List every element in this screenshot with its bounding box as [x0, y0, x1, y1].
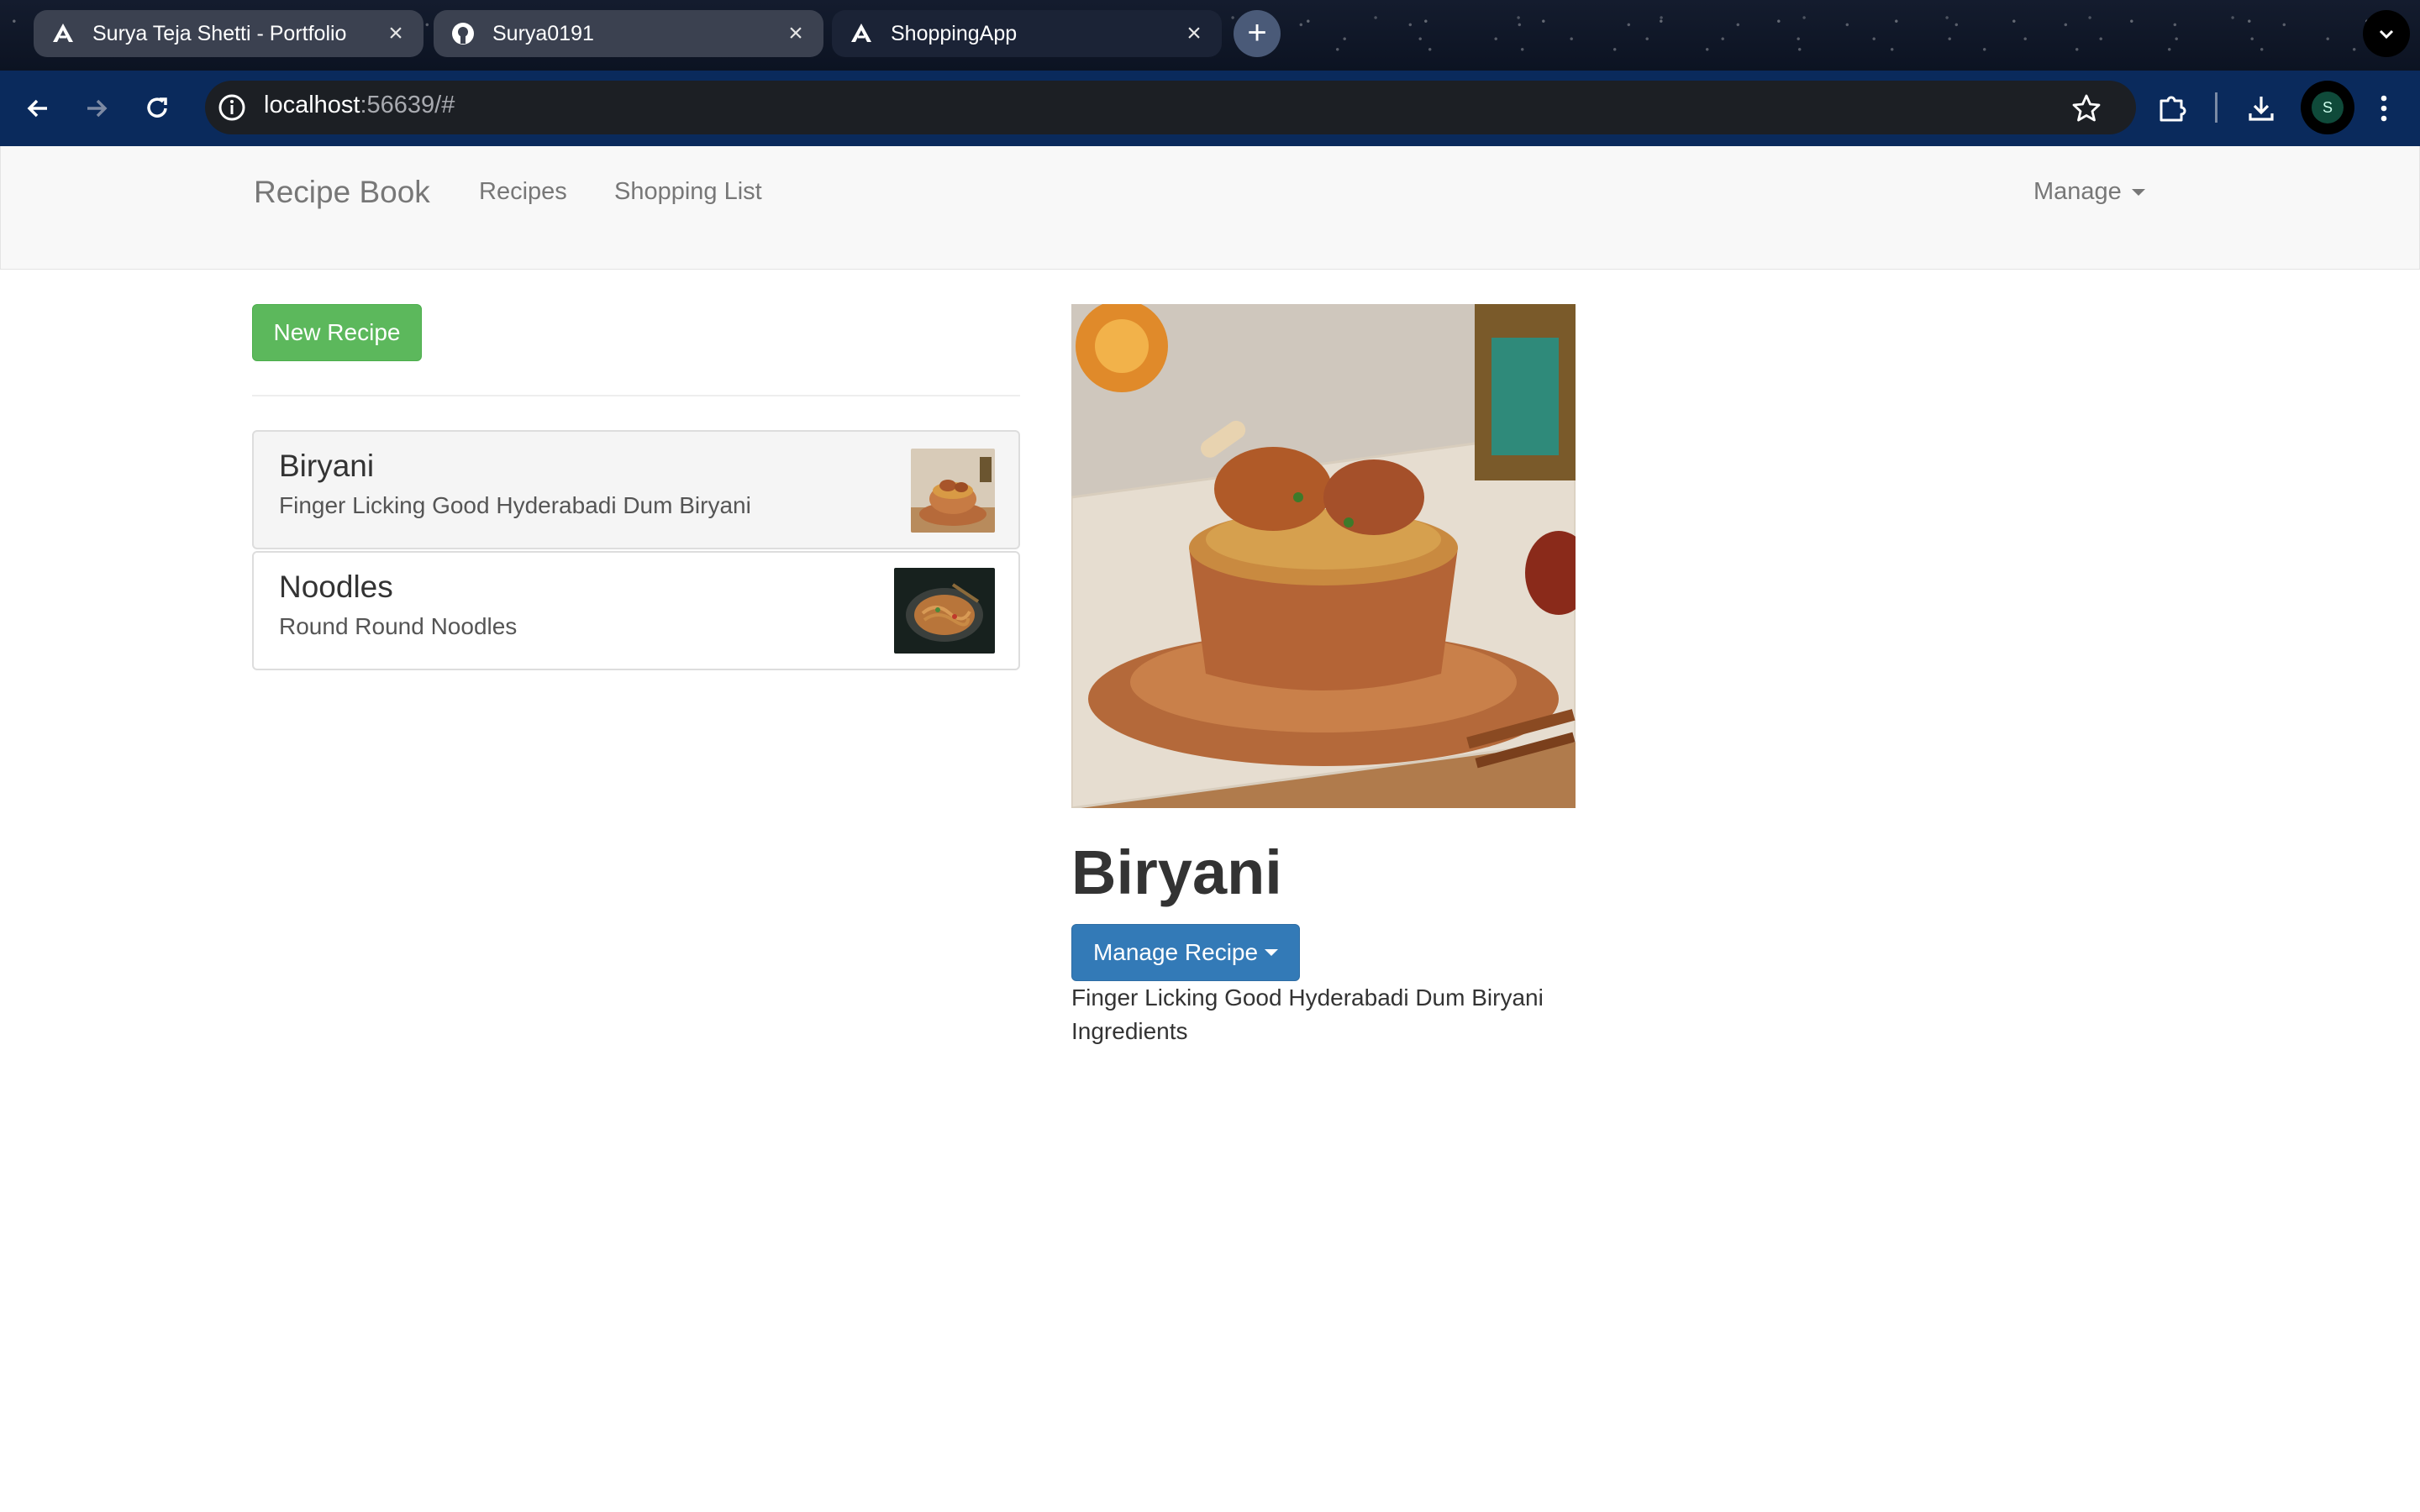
- address-text[interactable]: localhost:56639/#: [264, 92, 455, 119]
- new-tab-button[interactable]: +: [1234, 10, 1281, 57]
- tab-title: ShoppingApp: [891, 21, 1018, 45]
- address-bar[interactable]: [205, 81, 2136, 134]
- tab-search-button[interactable]: [2363, 10, 2410, 57]
- tab-title: Surya Teja Shetti - Portfolio: [92, 21, 347, 45]
- recipe-item-name: Noodles: [279, 570, 393, 604]
- puzzle-icon: [2160, 96, 2186, 122]
- angular-icon: [50, 21, 76, 46]
- recipe-item-biryani[interactable]: Biryani Finger Licking Good Hyderabadi D…: [252, 430, 1020, 549]
- more-vertical-icon: [2381, 95, 2387, 122]
- bookmark-star-button[interactable]: [2065, 87, 2107, 129]
- browser-tab-shoppingapp[interactable]: ShoppingApp ×: [832, 10, 1222, 57]
- download-icon: [2249, 97, 2274, 121]
- recipe-detail-description: Finger Licking Good Hyderabadi Dum Birya…: [1071, 984, 1544, 1011]
- extensions-button[interactable]: [2151, 87, 2193, 129]
- toolbar-divider: [2215, 92, 2217, 123]
- tab-title: Surya0191: [492, 21, 594, 45]
- recipe-item-description: Round Round Noodles: [279, 613, 518, 639]
- manage-recipe-button[interactable]: Manage Recipe: [1071, 924, 1300, 981]
- recipe-item-description: Finger Licking Good Hyderabadi Dum Birya…: [279, 492, 751, 518]
- back-button[interactable]: [13, 84, 62, 133]
- navbar-brand[interactable]: Recipe Book: [254, 175, 430, 210]
- caret-down-icon: [2131, 189, 2145, 197]
- browser-tab-portfolio[interactable]: Surya Teja Shetti - Portfolio ×: [34, 10, 424, 57]
- recipe-detail-title: Biryani: [1071, 837, 1282, 907]
- recipe-thumbnail-noodles: [894, 568, 995, 654]
- address-path: :56639/#: [360, 92, 455, 118]
- close-tab-icon[interactable]: ×: [783, 21, 808, 46]
- nav-link-shopping-list[interactable]: Shopping List: [614, 178, 762, 206]
- recipe-ingredients-heading: Ingredients: [1071, 1018, 1188, 1044]
- star-icon: [2072, 94, 2101, 122]
- profile-initial: S: [2312, 92, 2344, 123]
- close-tab-icon[interactable]: ×: [383, 21, 408, 46]
- nav-link-recipes[interactable]: Recipes: [479, 178, 567, 206]
- close-tab-icon[interactable]: ×: [1181, 21, 1207, 46]
- divider: [252, 395, 1020, 396]
- arrow-left-icon: [27, 99, 47, 118]
- site-info-icon[interactable]: [217, 92, 247, 123]
- downloads-button[interactable]: [2240, 87, 2282, 129]
- recipe-thumbnail-biryani: [911, 449, 995, 533]
- recipe-item-noodles[interactable]: Noodles Round Round Noodles: [252, 551, 1020, 670]
- reload-button[interactable]: [133, 84, 182, 133]
- recipe-item-name: Biryani: [279, 449, 375, 483]
- address-host: localhost: [264, 92, 360, 118]
- forward-button[interactable]: [72, 84, 121, 133]
- browser-tab-github[interactable]: Surya0191 ×: [434, 10, 823, 57]
- manage-label: Manage: [2033, 178, 2122, 205]
- browser-menu-button[interactable]: [2363, 87, 2405, 129]
- profile-avatar[interactable]: S: [2301, 81, 2354, 134]
- new-recipe-button[interactable]: New Recipe: [252, 304, 422, 361]
- arrow-right-icon: [87, 99, 108, 118]
- reload-icon: [147, 97, 167, 118]
- caret-down-icon: [1265, 949, 1279, 956]
- manage-recipe-label: Manage Recipe: [1092, 939, 1259, 965]
- manage-dropdown[interactable]: Manage: [2033, 178, 2145, 206]
- angular-icon: [849, 21, 874, 46]
- recipe-detail-image: [1071, 304, 1576, 808]
- github-icon: [450, 21, 476, 46]
- chevron-down-icon: [2379, 29, 2394, 39]
